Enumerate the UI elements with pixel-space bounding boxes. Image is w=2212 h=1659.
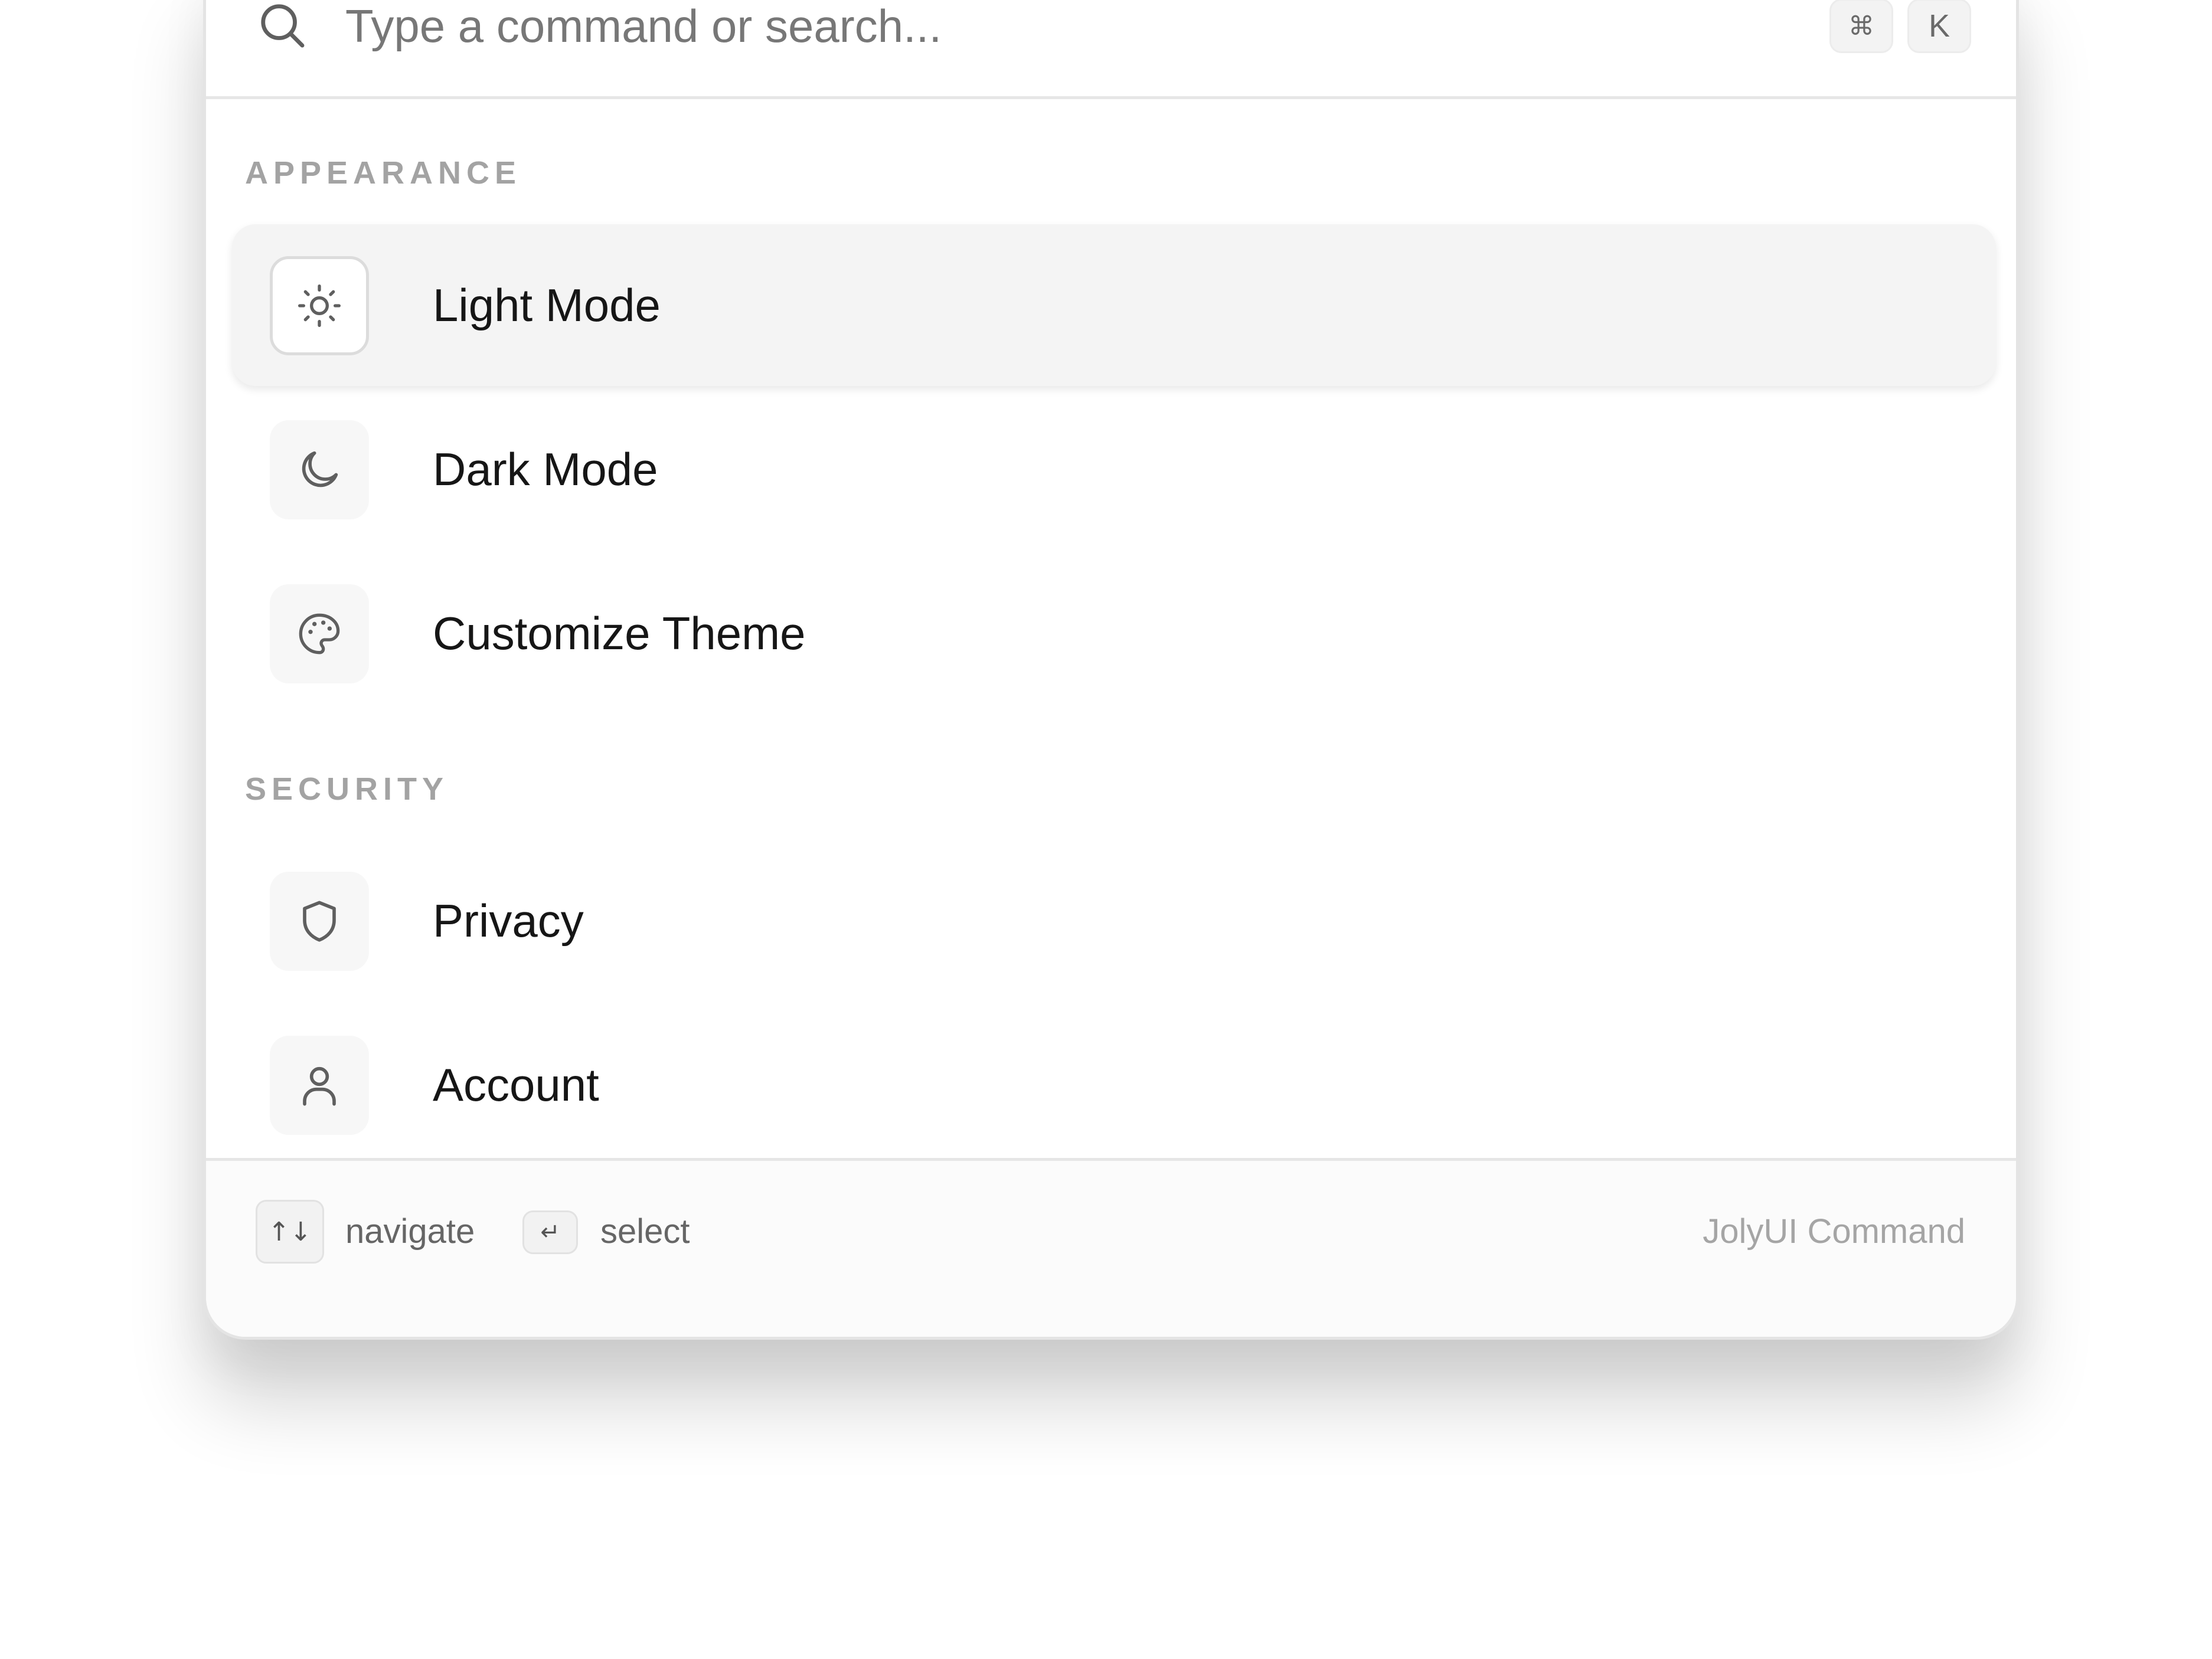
select-label: select bbox=[600, 1212, 690, 1251]
command-item-dark-mode[interactable]: Dark Mode bbox=[232, 388, 1996, 550]
shield-icon bbox=[270, 872, 369, 971]
sun-icon bbox=[270, 256, 369, 355]
search-icon bbox=[257, 0, 308, 51]
palette-icon bbox=[270, 584, 369, 683]
command-item-label: Dark Mode bbox=[433, 443, 658, 495]
command-item-privacy[interactable]: Privacy bbox=[232, 840, 1996, 1002]
shortcut-command-key: ⌘ bbox=[1829, 0, 1893, 53]
palette-footer: ↑↓ navigate ↵ select JolyUI Command bbox=[206, 1158, 2016, 1337]
command-palette: ⌘ K APPEARANCE Light Mode bbox=[203, 0, 2019, 1340]
command-item-customize-theme[interactable]: Customize Theme bbox=[232, 552, 1996, 714]
enter-key-hint: ↵ bbox=[522, 1210, 578, 1254]
command-item-label: Light Mode bbox=[433, 279, 661, 331]
section-heading-security: SECURITY bbox=[245, 771, 449, 807]
section-heading-appearance: APPEARANCE bbox=[245, 155, 522, 191]
navigate-key-hint: ↑↓ bbox=[256, 1200, 324, 1264]
search-bar: ⌘ K bbox=[206, 0, 2016, 99]
command-item-label: Account bbox=[433, 1059, 599, 1111]
search-input[interactable] bbox=[345, 0, 1762, 53]
brand-label: JolyUI Command bbox=[1703, 1212, 1965, 1251]
user-icon bbox=[270, 1036, 369, 1135]
command-item-light-mode[interactable]: Light Mode bbox=[232, 224, 1996, 386]
command-item-label: Customize Theme bbox=[433, 607, 806, 659]
shortcut-k-key: K bbox=[1907, 0, 1971, 53]
page-background: ⌘ K APPEARANCE Light Mode bbox=[0, 0, 2212, 1659]
command-item-account[interactable]: Account bbox=[232, 1004, 1996, 1166]
moon-icon bbox=[270, 420, 369, 519]
navigate-label: navigate bbox=[345, 1212, 475, 1251]
command-item-label: Privacy bbox=[433, 895, 584, 947]
